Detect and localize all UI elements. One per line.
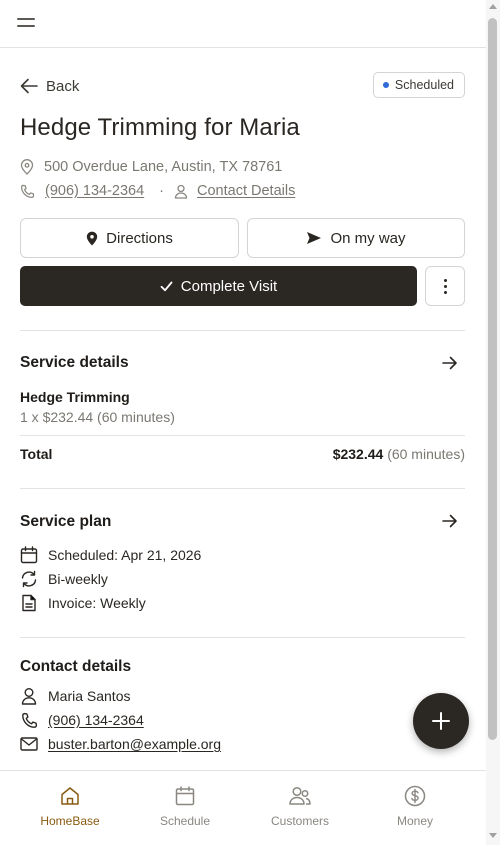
phone-icon [20, 184, 35, 198]
scheduled-row: Scheduled: Apr 21, 2026 [20, 545, 201, 565]
person-icon [174, 184, 188, 199]
address-text: 500 Overdue Lane, Austin, TX 78761 [44, 159, 283, 175]
document-icon [22, 594, 36, 612]
total-duration: (60 minutes) [387, 446, 465, 462]
back-button[interactable]: Back [20, 76, 79, 96]
nav-label-homebase: HomeBase [40, 814, 100, 828]
on-my-way-button[interactable]: On my way [247, 218, 465, 258]
mail-icon [20, 737, 38, 751]
address-row: 500 Overdue Lane, Austin, TX 78761 [20, 159, 282, 175]
bottom-nav: HomeBase Schedule Customers Money [0, 770, 486, 845]
scroll-thumb[interactable] [488, 18, 497, 740]
invoice-row: Invoice: Weekly [20, 593, 146, 613]
page-title: Hedge Trimming for Maria [20, 114, 300, 141]
back-label: Back [46, 77, 80, 95]
divider [20, 488, 465, 489]
nav-item-money[interactable]: Money [365, 785, 465, 828]
arrow-right-icon[interactable] [441, 512, 459, 530]
contact-phone-link[interactable]: (906) 134-2364 [48, 712, 144, 728]
divider [20, 435, 465, 436]
separator-dot: · [159, 183, 165, 199]
more-dot [443, 278, 447, 282]
scroll-up-arrow[interactable] [489, 4, 497, 9]
directions-label: Directions [106, 229, 173, 247]
service-plan-heading: Service plan [20, 513, 112, 530]
contact-details-heading: Contact details [20, 658, 132, 675]
top-bar [0, 0, 486, 48]
complete-visit-button[interactable]: Complete Visit [20, 266, 417, 306]
complete-visit-label: Complete Visit [180, 277, 278, 295]
nav-item-customers[interactable]: Customers [250, 785, 350, 828]
phone-link[interactable]: (906) 134-2364 [45, 183, 144, 199]
arrow-left-icon [20, 78, 38, 94]
plus-icon [432, 712, 450, 730]
divider [20, 330, 465, 331]
contact-phone-row: (906) 134-2364 [20, 710, 144, 730]
contact-email-link[interactable]: buster.barton@example.org [48, 736, 221, 752]
nav-label-money: Money [396, 814, 434, 828]
customers-icon [289, 786, 311, 805]
calendar-icon [175, 786, 195, 806]
phone-icon [21, 712, 37, 728]
frequency-text: Bi-weekly [48, 571, 108, 587]
status-label: Scheduled [394, 78, 454, 92]
contact-name-row: Maria Santos [20, 686, 130, 706]
more-options-button[interactable] [425, 266, 465, 306]
contact-details-link[interactable]: Contact Details [197, 183, 295, 199]
nav-label-schedule: Schedule [159, 814, 211, 828]
checkmark-icon [160, 281, 173, 291]
total-label: Total [20, 446, 53, 462]
directions-button[interactable]: Directions [20, 218, 239, 258]
calendar-icon [20, 546, 38, 564]
on-my-way-label: On my way [330, 229, 406, 247]
contact-email-row: buster.barton@example.org [20, 734, 221, 754]
total-amount: $232.44 [332, 446, 384, 462]
more-dot [443, 290, 447, 294]
location-pin-icon [20, 159, 34, 175]
arrow-right-icon[interactable] [441, 354, 459, 372]
nav-item-schedule[interactable]: Schedule [135, 785, 235, 828]
scheduled-text: Scheduled: Apr 21, 2026 [48, 547, 202, 563]
hamburger-menu-icon[interactable] [17, 16, 35, 30]
invoice-text: Invoice: Weekly [48, 595, 146, 611]
nav-item-homebase[interactable]: HomeBase [20, 785, 120, 828]
home-icon [61, 787, 79, 805]
status-badge: Scheduled [372, 72, 465, 98]
person-icon [21, 688, 37, 705]
repeat-icon [21, 570, 37, 588]
service-details-heading: Service details [20, 354, 129, 371]
send-icon [307, 232, 322, 244]
map-pin-icon [86, 231, 98, 245]
service-item-name: Hedge Trimming [20, 389, 130, 405]
phone-contact-row: (906) 134-2364 · Contact Details [20, 183, 295, 199]
add-fab-button[interactable] [413, 693, 469, 749]
scroll-down-arrow[interactable] [489, 833, 497, 838]
divider [20, 637, 465, 638]
scrollbar[interactable] [486, 0, 500, 845]
total-value: $232.44 (60 minutes) [333, 446, 465, 462]
status-dot [382, 82, 389, 88]
nav-label-customers: Customers [270, 814, 329, 828]
more-dot [443, 284, 447, 288]
dollar-icon [404, 785, 426, 807]
contact-name: Maria Santos [48, 688, 131, 704]
frequency-row: Bi-weekly [20, 569, 108, 589]
service-item-detail: 1 x $232.44 (60 minutes) [20, 409, 175, 425]
